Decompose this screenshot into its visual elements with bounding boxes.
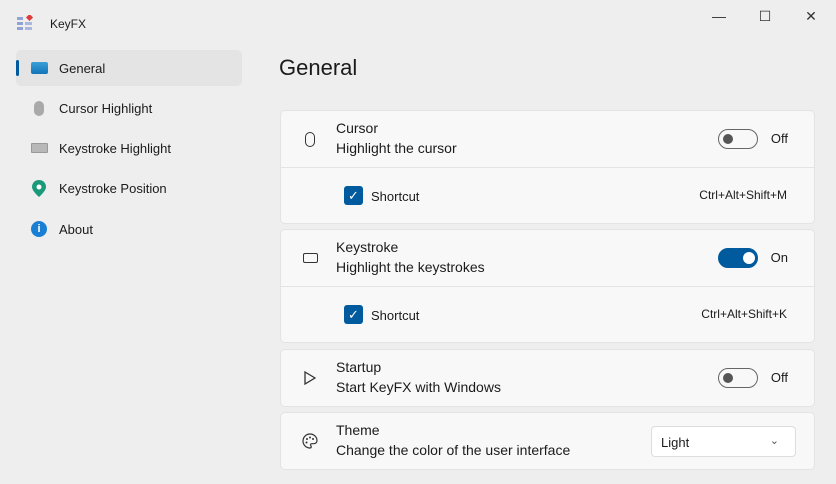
chevron-down-icon: ⌄: [769, 435, 779, 447]
keystroke-card: Keystroke Highlight the keystrokes On ✓ …: [280, 229, 815, 343]
sidebar-item-label: General: [59, 60, 106, 76]
sidebar-item-about[interactable]: i About: [16, 211, 242, 247]
mouse-icon: [301, 130, 319, 148]
info-icon: i: [30, 220, 48, 238]
maximize-button[interactable]: ☐: [750, 6, 780, 26]
theme-selected-value: Light: [661, 435, 690, 450]
toggle-state: Off: [770, 370, 788, 385]
keystroke-shortcut-checkbox[interactable]: ✓: [344, 305, 363, 324]
monitor-icon: [30, 59, 48, 77]
setting-title: Startup: [336, 359, 382, 375]
toggle-state: Off: [770, 131, 788, 146]
cursor-shortcut-checkbox[interactable]: ✓: [344, 186, 363, 205]
checkbox-label: Shortcut: [371, 308, 420, 323]
sidebar-item-label: Cursor Highlight: [59, 100, 153, 116]
startup-toggle[interactable]: [718, 368, 758, 388]
checkbox-label: Shortcut: [371, 189, 420, 204]
toggle-state: On: [770, 250, 788, 265]
sidebar-item-label: About: [59, 221, 93, 237]
location-pin-icon: [30, 179, 48, 197]
keyboard-icon: [30, 139, 48, 157]
palette-icon: [301, 432, 319, 450]
setting-description: Change the color of the user interface: [336, 442, 571, 458]
sidebar-item-cursor-highlight[interactable]: Cursor Highlight: [16, 90, 242, 126]
setting-title: Theme: [336, 422, 380, 438]
keystroke-toggle[interactable]: [718, 248, 758, 268]
setting-title: Keystroke: [336, 239, 399, 255]
sidebar-item-general[interactable]: General: [16, 50, 242, 86]
setting-description: Start KeyFX with Windows: [336, 379, 501, 395]
selection-indicator: [16, 60, 19, 76]
app-title: KeyFX: [50, 17, 87, 31]
setting-title: Cursor: [336, 120, 379, 136]
shortcut-keys: Ctrl+Alt+Shift+M: [699, 188, 787, 202]
theme-card: Theme Change the color of the user inter…: [280, 412, 815, 470]
page-title: General: [279, 55, 358, 80]
mouse-icon: [30, 99, 48, 117]
startup-card: Startup Start KeyFX with Windows Off: [280, 349, 815, 407]
setting-description: Highlight the keystrokes: [336, 259, 485, 275]
play-icon: [301, 369, 319, 387]
minimize-button[interactable]: —: [704, 6, 734, 26]
sidebar-item-label: Keystroke Position: [59, 180, 167, 196]
theme-dropdown[interactable]: Light ⌄: [651, 426, 796, 457]
keyboard-icon: [301, 249, 319, 267]
close-button[interactable]: ✕: [796, 6, 826, 26]
cursor-toggle[interactable]: [718, 129, 758, 149]
sidebar-item-label: Keystroke Highlight: [59, 140, 171, 156]
shortcut-keys: Ctrl+Alt+Shift+K: [701, 307, 787, 321]
sidebar-item-keystroke-position[interactable]: Keystroke Position: [16, 170, 242, 206]
setting-description: Highlight the cursor: [336, 140, 457, 156]
title-bar: KeyFX — ☐ ✕: [0, 0, 836, 36]
cursor-card: Cursor Highlight the cursor Off ✓ Shortc…: [280, 110, 815, 224]
sidebar-item-keystroke-highlight[interactable]: Keystroke Highlight: [16, 130, 242, 166]
app-logo-icon: [17, 15, 34, 30]
